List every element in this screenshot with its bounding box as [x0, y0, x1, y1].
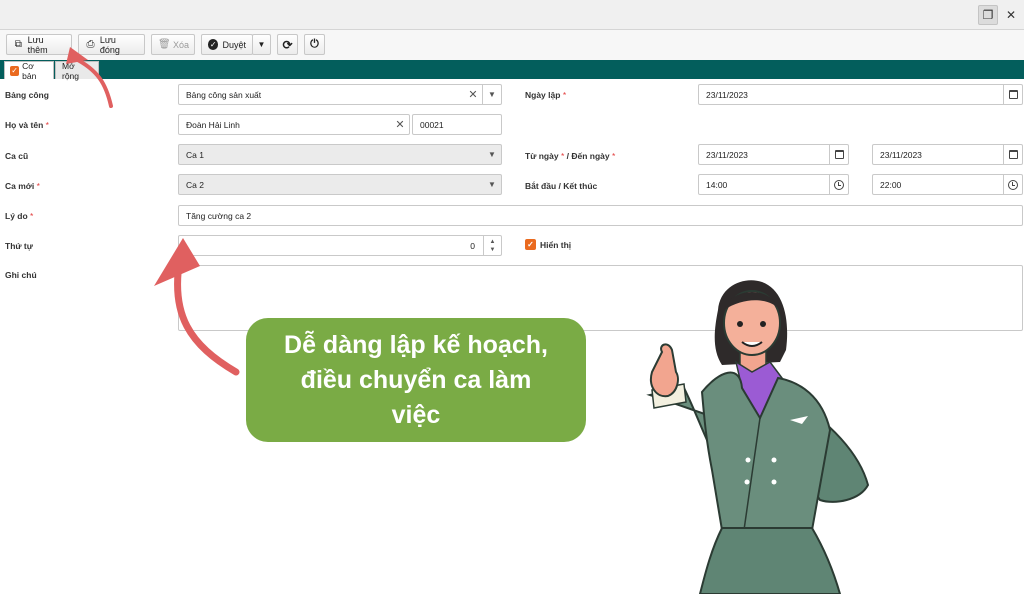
woman-illustration [646, 280, 870, 594]
